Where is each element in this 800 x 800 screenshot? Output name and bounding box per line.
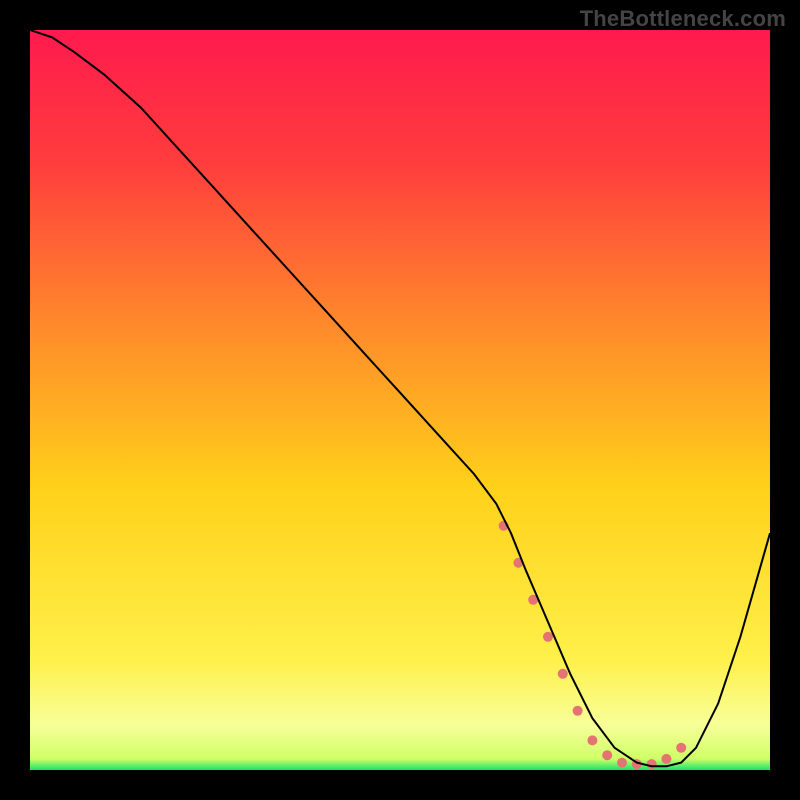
valley-dot xyxy=(558,669,568,679)
watermark-text: TheBottleneck.com xyxy=(580,6,786,32)
valley-dot xyxy=(587,735,597,745)
valley-dot xyxy=(573,706,583,716)
valley-dot xyxy=(602,750,612,760)
valley-dot xyxy=(661,754,671,764)
valley-dot xyxy=(647,759,657,769)
gradient-background xyxy=(30,30,770,770)
valley-dot xyxy=(617,758,627,768)
chart-canvas xyxy=(30,30,770,770)
valley-dot xyxy=(543,632,553,642)
chart-frame: TheBottleneck.com xyxy=(0,0,800,800)
plot-area xyxy=(30,30,770,770)
valley-dot xyxy=(676,743,686,753)
